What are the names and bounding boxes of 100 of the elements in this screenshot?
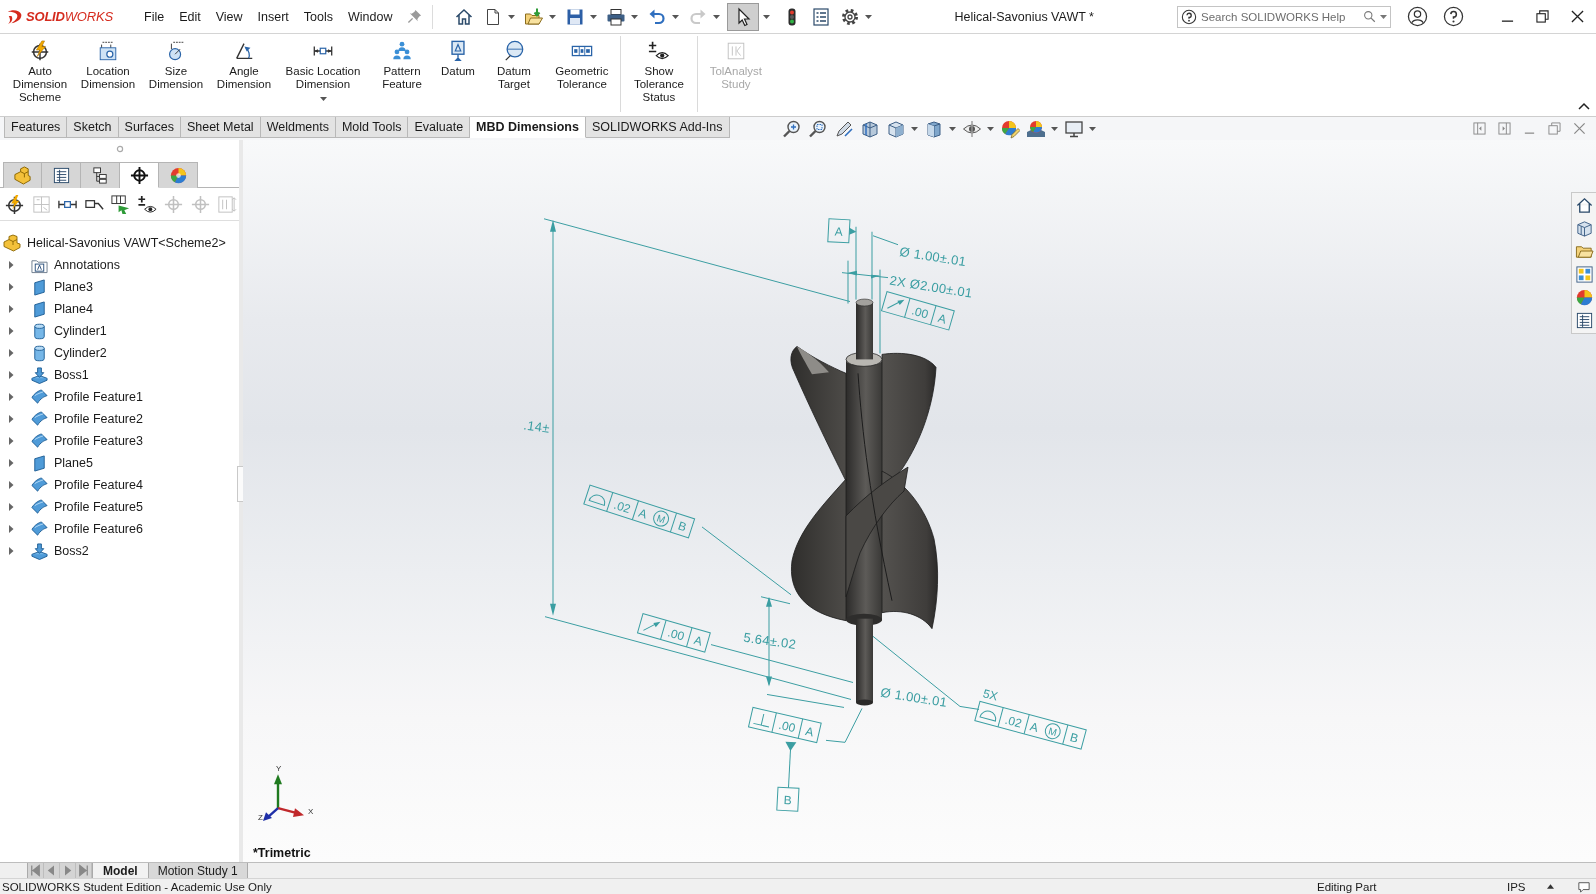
caret-icon[interactable]	[630, 14, 638, 19]
settings-icon[interactable]	[839, 6, 860, 27]
menu-item[interactable]: File	[144, 9, 165, 24]
ribbon-button[interactable]: Auto Dimension Scheme	[8, 40, 72, 104]
expand-arrow-icon[interactable]	[7, 305, 15, 313]
ribbon-button[interactable]: Show Tolerance Status	[626, 40, 691, 104]
list-icon[interactable]	[810, 6, 831, 27]
tree-item[interactable]: Profile Feature4	[54, 478, 143, 492]
expand-arrow-icon[interactable]	[7, 525, 15, 533]
tree-item[interactable]: Boss1	[54, 368, 89, 382]
menu-item[interactable]: View	[215, 9, 243, 24]
caret-icon[interactable]	[712, 14, 720, 19]
caret-icon[interactable]	[986, 126, 994, 131]
color-ball-pencil-icon[interactable]	[999, 118, 1020, 139]
caret-icon[interactable]	[548, 14, 556, 19]
home-icon[interactable]	[1574, 196, 1594, 215]
tree-root-item[interactable]: Helical-Savonius VAWT<Scheme2>	[27, 236, 226, 250]
command-tab[interactable]: Weldments	[260, 117, 336, 138]
ribbon-button[interactable]: Basic Location Dimension	[280, 40, 366, 101]
expand-arrow-icon[interactable]	[7, 437, 15, 445]
tile-right-icon[interactable]	[1498, 122, 1511, 135]
tree-item[interactable]: Profile Feature2	[54, 412, 143, 426]
panel-tab[interactable]	[120, 162, 159, 188]
magnifier-icon[interactable]	[781, 118, 802, 139]
caret-icon[interactable]	[948, 126, 956, 131]
tree-item[interactable]: Plane3	[54, 280, 93, 294]
parts-box-icon[interactable]	[1574, 219, 1594, 238]
caret-icon[interactable]	[1050, 126, 1058, 131]
tree-item[interactable]: Cylinder1	[54, 324, 107, 338]
command-tab[interactable]: Features	[4, 117, 68, 138]
caret-up-icon[interactable]	[1547, 884, 1554, 889]
expand-arrow-icon[interactable]	[7, 547, 15, 555]
caret-icon[interactable]	[671, 14, 679, 19]
palette-grid-icon[interactable]	[1574, 265, 1594, 284]
cube-icon[interactable]	[885, 118, 906, 139]
expand-arrow-icon[interactable]	[7, 459, 15, 467]
ribbon-button[interactable]: Location Dimension	[76, 40, 140, 91]
expand-arrow-icon[interactable]	[7, 349, 15, 357]
tree-item[interactable]: Annotations	[54, 258, 121, 272]
expand-arrow-icon[interactable]	[7, 371, 15, 379]
restore-icon[interactable]	[1536, 10, 1549, 23]
panel-tab[interactable]	[42, 162, 81, 188]
caret-icon[interactable]	[1380, 14, 1387, 19]
help-icon[interactable]	[1443, 6, 1464, 27]
command-tab[interactable]: SOLIDWORKS Add-Ins	[585, 117, 730, 138]
command-tab[interactable]: Mold Tools	[335, 117, 409, 138]
tree-item[interactable]: Plane5	[54, 456, 93, 470]
tree-item[interactable]: Profile Feature3	[54, 434, 143, 448]
tree-item[interactable]: Boss2	[54, 544, 89, 558]
expand-arrow-icon[interactable]	[7, 481, 15, 489]
units-selector[interactable]: IPS	[1507, 880, 1547, 893]
caret-icon[interactable]	[864, 14, 872, 19]
chevron-up-icon[interactable]	[1578, 102, 1590, 110]
expand-arrow-icon[interactable]	[7, 327, 15, 335]
menu-item[interactable]: Edit	[179, 9, 201, 24]
ribbon-button[interactable]: Geometric Tolerance	[549, 40, 614, 91]
monitor-icon[interactable]	[1063, 118, 1084, 139]
caret-icon[interactable]	[910, 126, 918, 131]
tile-left-icon[interactable]	[1473, 122, 1486, 135]
expand-arrow-icon[interactable]	[7, 503, 15, 511]
tree-item[interactable]: Profile Feature1	[54, 390, 143, 404]
command-tab[interactable]: MBD Dimensions	[470, 117, 586, 138]
ribbon-button[interactable]: Angle Dimension	[212, 40, 276, 91]
close-icon[interactable]	[1571, 10, 1584, 23]
command-tab[interactable]: Evaluate	[408, 117, 471, 138]
menu-item[interactable]: Window	[348, 9, 393, 24]
command-tab[interactable]: Sheet Metal	[180, 117, 261, 138]
crosshair-bolt-icon[interactable]	[4, 193, 25, 215]
color-ball-scene-icon[interactable]	[1025, 118, 1046, 139]
printer-icon[interactable]	[605, 6, 626, 27]
eye-icon[interactable]	[961, 118, 982, 139]
ribbon-button[interactable]: Datum	[438, 40, 478, 78]
frame-arrow-icon[interactable]	[110, 193, 131, 215]
property-list-icon[interactable]	[1574, 311, 1594, 330]
help-search-field[interactable]: Search SOLIDWORKS Help	[1177, 5, 1391, 28]
ribbon-button[interactable]: Pattern Feature	[370, 40, 434, 91]
ribbon-button[interactable]: Size Dimension	[144, 40, 208, 91]
caret-icon[interactable]	[319, 97, 327, 101]
command-tab[interactable]: Surfaces	[118, 117, 181, 138]
speech-bubble-icon[interactable]	[1578, 880, 1590, 893]
user-icon[interactable]	[1407, 6, 1428, 27]
caret-icon[interactable]	[589, 14, 597, 19]
plus-minus-eye-icon[interactable]	[136, 193, 158, 215]
magnifier-icon[interactable]	[807, 118, 828, 139]
expand-arrow-icon[interactable]	[7, 393, 15, 401]
caret-icon[interactable]	[507, 14, 515, 19]
panel-tab[interactable]	[81, 162, 120, 188]
model-tab[interactable]: Motion Study 1	[148, 863, 248, 878]
folder-arrow-icon[interactable]	[523, 6, 544, 27]
expand-arrow-icon[interactable]	[7, 261, 15, 269]
expand-arrow-icon[interactable]	[7, 415, 15, 423]
search-icon[interactable]	[1363, 10, 1376, 23]
ribbon-button[interactable]: Datum Target	[481, 40, 546, 91]
home-icon[interactable]	[453, 6, 474, 27]
caret-icon[interactable]	[1088, 126, 1096, 131]
tree-item[interactable]: Plane4	[54, 302, 93, 316]
command-tab[interactable]: Sketch	[67, 117, 119, 138]
color-ball-icon[interactable]	[1574, 288, 1594, 307]
pin-icon[interactable]	[406, 9, 422, 24]
cube-section-icon[interactable]	[859, 118, 880, 139]
